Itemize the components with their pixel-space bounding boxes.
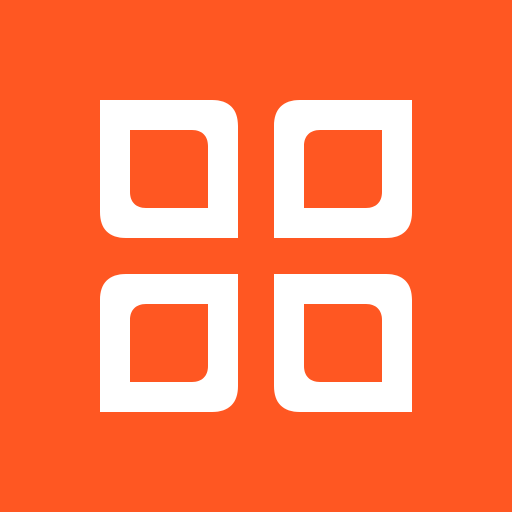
icon-background xyxy=(0,0,512,512)
four-leaf-grid-icon xyxy=(0,0,512,512)
